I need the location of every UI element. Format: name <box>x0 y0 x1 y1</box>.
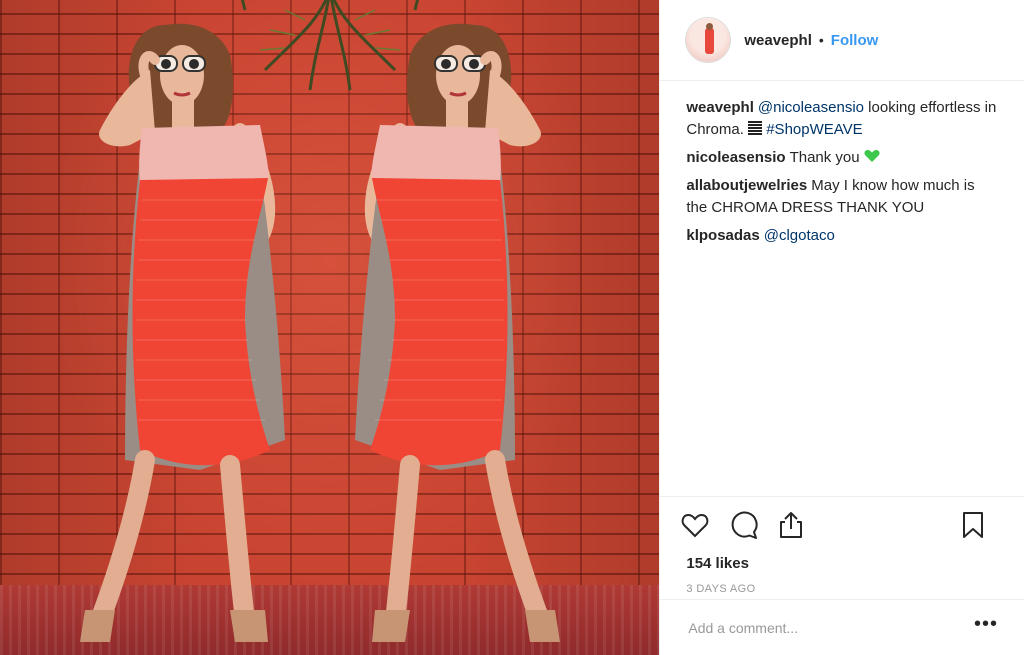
more-icon[interactable]: ••• <box>974 614 998 634</box>
comment-icon[interactable] <box>728 510 758 540</box>
post-sidebar: weavephl • Follow weavephl @nicoleasensio… <box>659 0 1024 655</box>
comment-username[interactable]: weavephl <box>686 99 754 116</box>
list-item: klposadas @clgotaco <box>686 225 998 247</box>
bars-icon <box>748 121 763 136</box>
mention-link[interactable]: @clgotaco <box>764 227 835 244</box>
comment-text: Thank you <box>789 149 860 166</box>
follow-button[interactable]: Follow <box>831 32 879 49</box>
bookmark-icon[interactable] <box>958 510 988 540</box>
comment-username[interactable]: nicoleasensio <box>686 149 785 166</box>
model-figure-mirrored <box>355 23 560 642</box>
add-comment-bar: ••• <box>660 599 1024 655</box>
instagram-post: weavephl • Follow weavephl @nicoleasensio… <box>0 0 1024 655</box>
model-figure <box>80 23 285 642</box>
hashtag-link[interactable]: #ShopWEAVE <box>766 121 862 138</box>
share-icon[interactable] <box>776 510 806 540</box>
mention-link[interactable]: @nicoleasensio <box>758 99 864 116</box>
list-item: allaboutjewelries May I know how much is … <box>686 175 998 219</box>
post-header: weavephl • Follow <box>660 0 1024 81</box>
comment-username[interactable]: allaboutjewelries <box>686 177 807 194</box>
list-item: nicoleasensio Thank you <box>686 147 998 169</box>
username[interactable]: weavephl <box>744 32 812 49</box>
action-icons <box>680 509 1000 541</box>
separator-dot: • <box>818 32 824 48</box>
green-heart-icon <box>864 150 880 162</box>
likes-count[interactable]: 154 likes <box>680 555 1000 572</box>
avatar[interactable] <box>686 18 731 62</box>
comment-input[interactable] <box>686 618 974 637</box>
comment-username[interactable]: klposadas <box>686 227 759 244</box>
caption-comment: weavephl @nicoleasensio looking effortles… <box>686 97 998 141</box>
comments-list: weavephl @nicoleasensio looking effortles… <box>660 81 1024 247</box>
timestamp: 3 DAYS AGO <box>686 583 756 595</box>
post-photo[interactable] <box>0 0 660 655</box>
heart-icon[interactable] <box>680 510 710 540</box>
